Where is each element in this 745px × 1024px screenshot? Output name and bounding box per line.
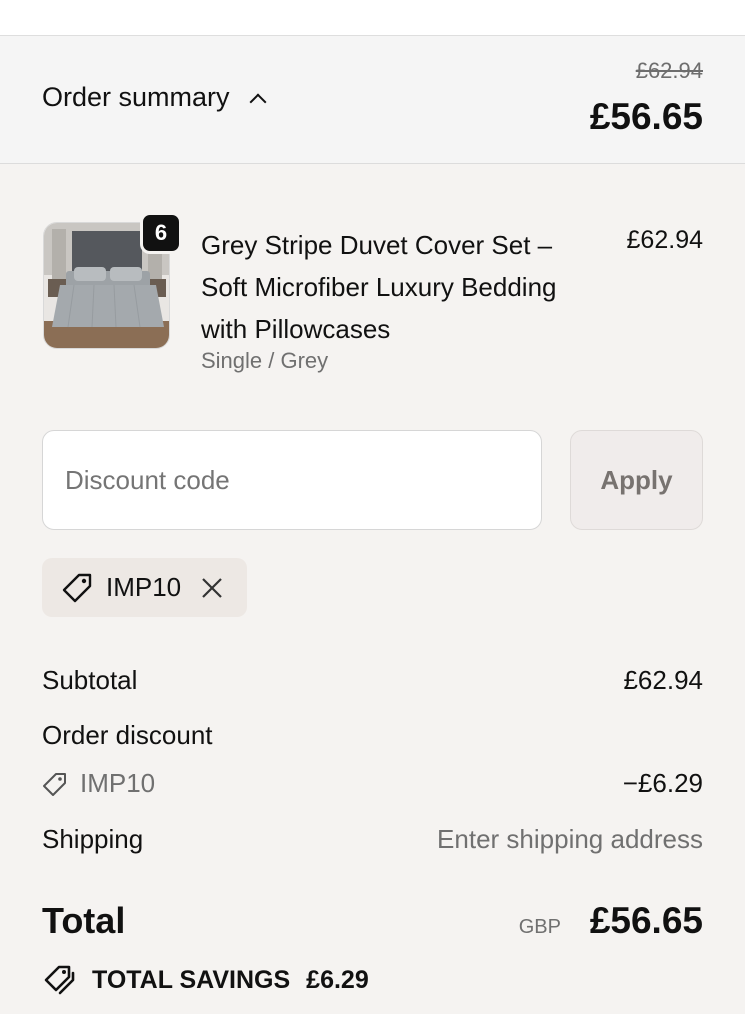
product-variant: Single / Grey — [201, 348, 329, 373]
total-savings-amount: £6.29 — [306, 965, 369, 994]
order-summary-label: Order summary — [42, 82, 230, 112]
total-savings-label: TOTAL SAVINGS — [92, 965, 291, 994]
product-title: Grey Stripe Duvet Cover Set – Soft Micro… — [201, 230, 557, 344]
close-icon — [202, 577, 222, 598]
discount-code-label: IMP10 — [80, 768, 156, 798]
quantity-badge: 6 — [140, 212, 182, 254]
top-strip — [0, 0, 745, 36]
discount-code-row: IMP10 — [42, 768, 155, 799]
tag-icon — [43, 772, 66, 796]
remove-discount-button[interactable] — [199, 575, 225, 601]
discount-amount: −£6.29 — [622, 768, 703, 798]
applied-discount-code: IMP10 — [106, 572, 182, 602]
savings-tags-icon — [44, 965, 75, 995]
currency-code: GBP — [518, 916, 561, 938]
subtotal-value: £62.94 — [623, 665, 703, 695]
applied-discount-chip: IMP10 — [42, 558, 247, 617]
shipping-label: Shipping — [42, 824, 144, 854]
discount-code-input[interactable] — [42, 430, 542, 530]
total-label: Total — [42, 900, 126, 941]
total-amount: £56.65 — [589, 900, 703, 941]
subtotal-label: Subtotal — [42, 665, 138, 695]
apply-button[interactable]: Apply — [570, 430, 703, 530]
original-price: £62.94 — [635, 58, 703, 83]
chevron-up-icon — [249, 93, 267, 110]
order-summary-toggle[interactable]: Order summary — [42, 82, 267, 113]
shipping-value: Enter shipping address — [437, 824, 703, 854]
total-savings: TOTAL SAVINGS £6.29 — [42, 963, 369, 997]
tag-icon — [62, 573, 92, 602]
bottom-strip — [0, 1014, 745, 1024]
product-price: £62.94 — [626, 226, 703, 254]
summary-total-price: £56.65 — [589, 96, 703, 137]
order-discount-label: Order discount — [42, 720, 213, 750]
